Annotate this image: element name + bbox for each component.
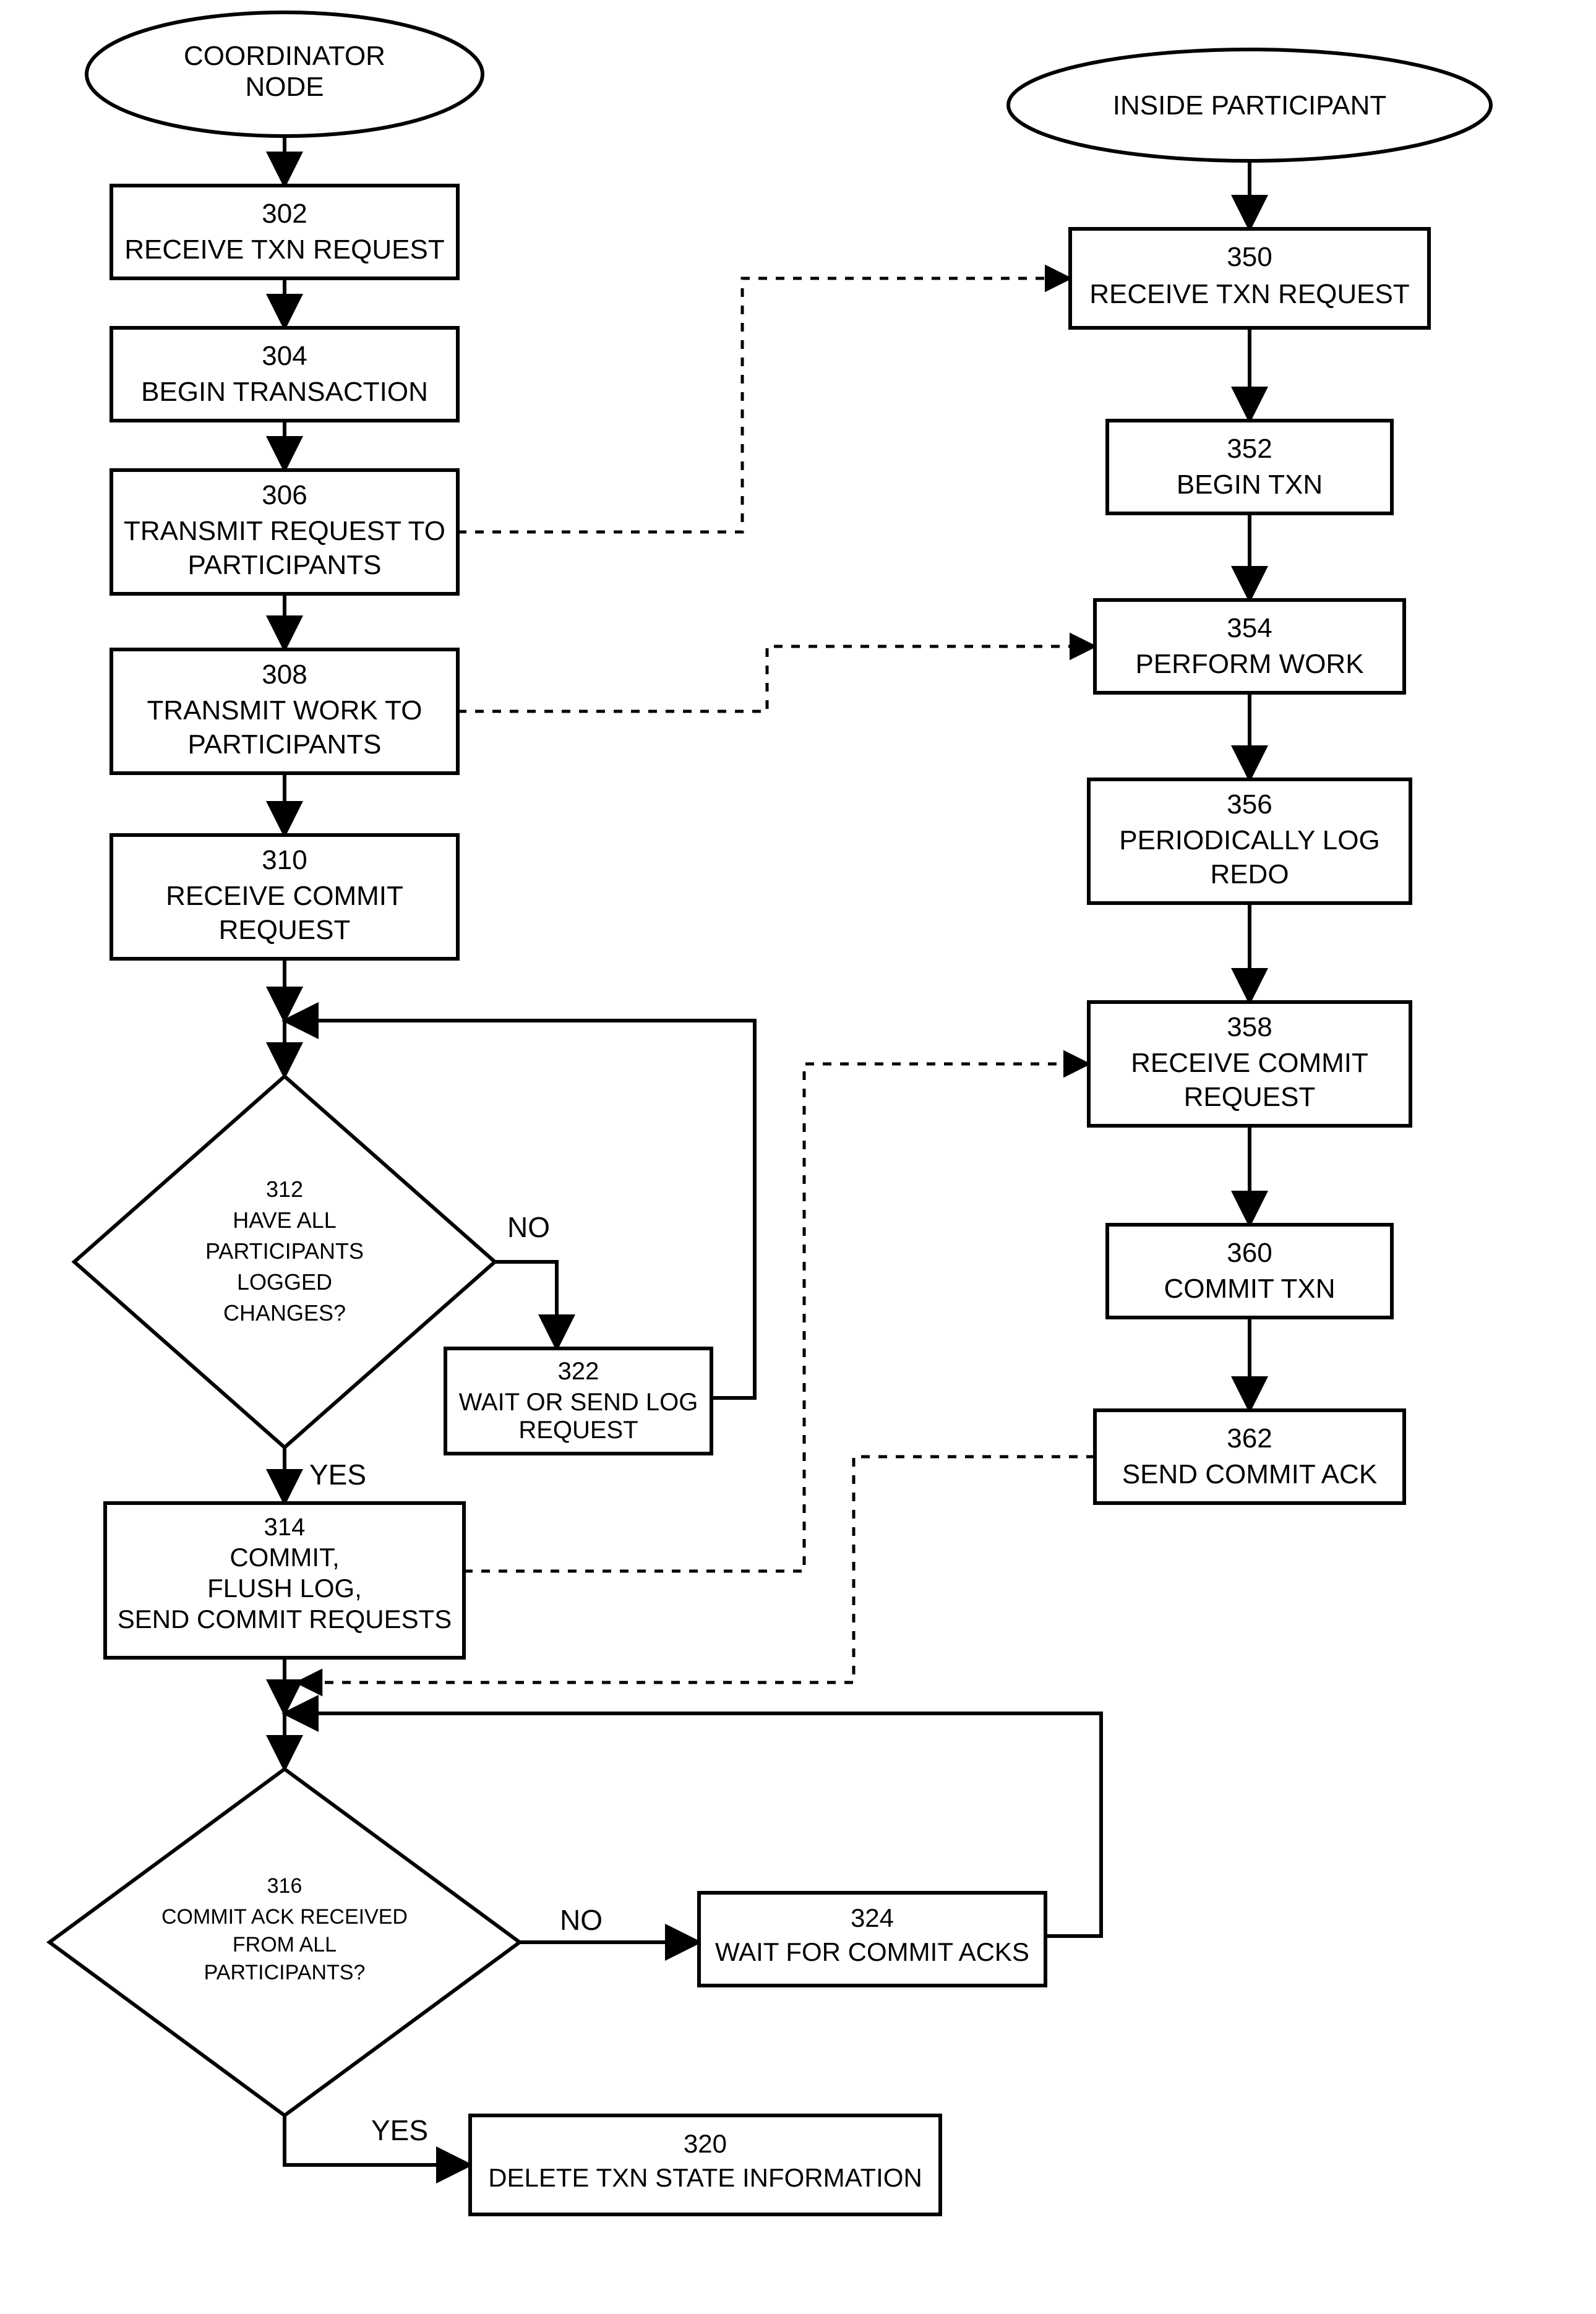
node-302-text: RECEIVE TXN REQUEST	[124, 234, 445, 265]
node-358-t2: REQUEST	[1184, 1082, 1316, 1112]
node-304-text: BEGIN TRANSACTION	[141, 377, 428, 407]
node-308-t1: TRANSMIT WORK TO	[147, 695, 423, 726]
node-316-t2: FROM ALL	[233, 1933, 337, 1956]
node-308-t2: PARTICIPANTS	[188, 729, 382, 760]
node-312-t3: LOGGED	[237, 1269, 332, 1295]
node-308-num: 308	[262, 659, 307, 690]
node-310-t2: REQUEST	[219, 915, 351, 945]
node-316-t1: COMMIT ACK RECEIVED	[161, 1905, 408, 1929]
node-322-t2: REQUEST	[518, 1416, 638, 1444]
participant-start-label: INSIDE PARTICIPANT	[1113, 90, 1387, 121]
node-324-num: 324	[851, 1903, 894, 1932]
node-360-num: 360	[1227, 1238, 1272, 1268]
node-352-num: 352	[1227, 434, 1272, 464]
node-358-t1: RECEIVE COMMIT	[1131, 1048, 1368, 1078]
edge-316-yes-label: YES	[371, 2114, 428, 2146]
node-312-t4: CHANGES?	[223, 1300, 346, 1326]
node-354-num: 354	[1227, 613, 1272, 643]
node-310-t1: RECEIVE COMMIT	[166, 881, 403, 911]
node-316-t3: PARTICIPANTS?	[204, 1961, 366, 1984]
node-316-num: 316	[267, 1874, 302, 1898]
node-350-t1: RECEIVE TXN REQUEST	[1089, 279, 1410, 309]
node-354-t1: PERFORM WORK	[1135, 649, 1363, 679]
node-306-t2: PARTICIPANTS	[188, 550, 382, 580]
node-306-num: 306	[262, 480, 307, 510]
node-322-t1: WAIT OR SEND LOG	[459, 1389, 698, 1416]
edge-316-no-label: NO	[560, 1904, 603, 1936]
node-306-t1: TRANSMIT REQUEST TO	[124, 516, 445, 546]
node-360-t1: COMMIT TXN	[1164, 1274, 1335, 1304]
edge-312-322	[495, 1262, 557, 1348]
node-312-t1: HAVE ALL	[233, 1207, 336, 1233]
node-358-num: 358	[1227, 1012, 1272, 1042]
node-310-num: 310	[262, 845, 307, 875]
node-314-t1: COMMIT,	[230, 1543, 339, 1572]
node-356-t2: REDO	[1210, 859, 1289, 889]
node-324-t1: WAIT FOR COMMIT ACKS	[715, 1937, 1029, 1966]
node-320-num: 320	[684, 2129, 727, 2158]
node-302-num: 302	[262, 199, 307, 229]
node-350-num: 350	[1227, 242, 1272, 272]
dashed-308-354	[458, 646, 1095, 711]
node-362-t1: SEND COMMIT ACK	[1122, 1459, 1377, 1489]
edge-312-no-label: NO	[507, 1211, 550, 1243]
node-322-num: 322	[558, 1358, 599, 1385]
node-362-num: 362	[1227, 1423, 1272, 1454]
node-320-t1: DELETE TXN STATE INFORMATION	[488, 2163, 922, 2192]
node-356-t1: PERIODICALLY LOG	[1119, 825, 1379, 855]
node-352-t1: BEGIN TXN	[1177, 469, 1323, 500]
edge-312-yes-label: YES	[309, 1459, 366, 1491]
node-312-t2: PARTICIPANTS	[205, 1238, 364, 1264]
node-314-t2: FLUSH LOG,	[207, 1574, 362, 1603]
node-356-num: 356	[1227, 789, 1272, 820]
dashed-306-350	[458, 278, 1070, 532]
node-312-num: 312	[266, 1176, 303, 1202]
node-314-num: 314	[264, 1514, 306, 1541]
node-314-t3: SEND COMMIT REQUESTS	[118, 1605, 452, 1634]
node-304-num: 304	[262, 341, 307, 371]
